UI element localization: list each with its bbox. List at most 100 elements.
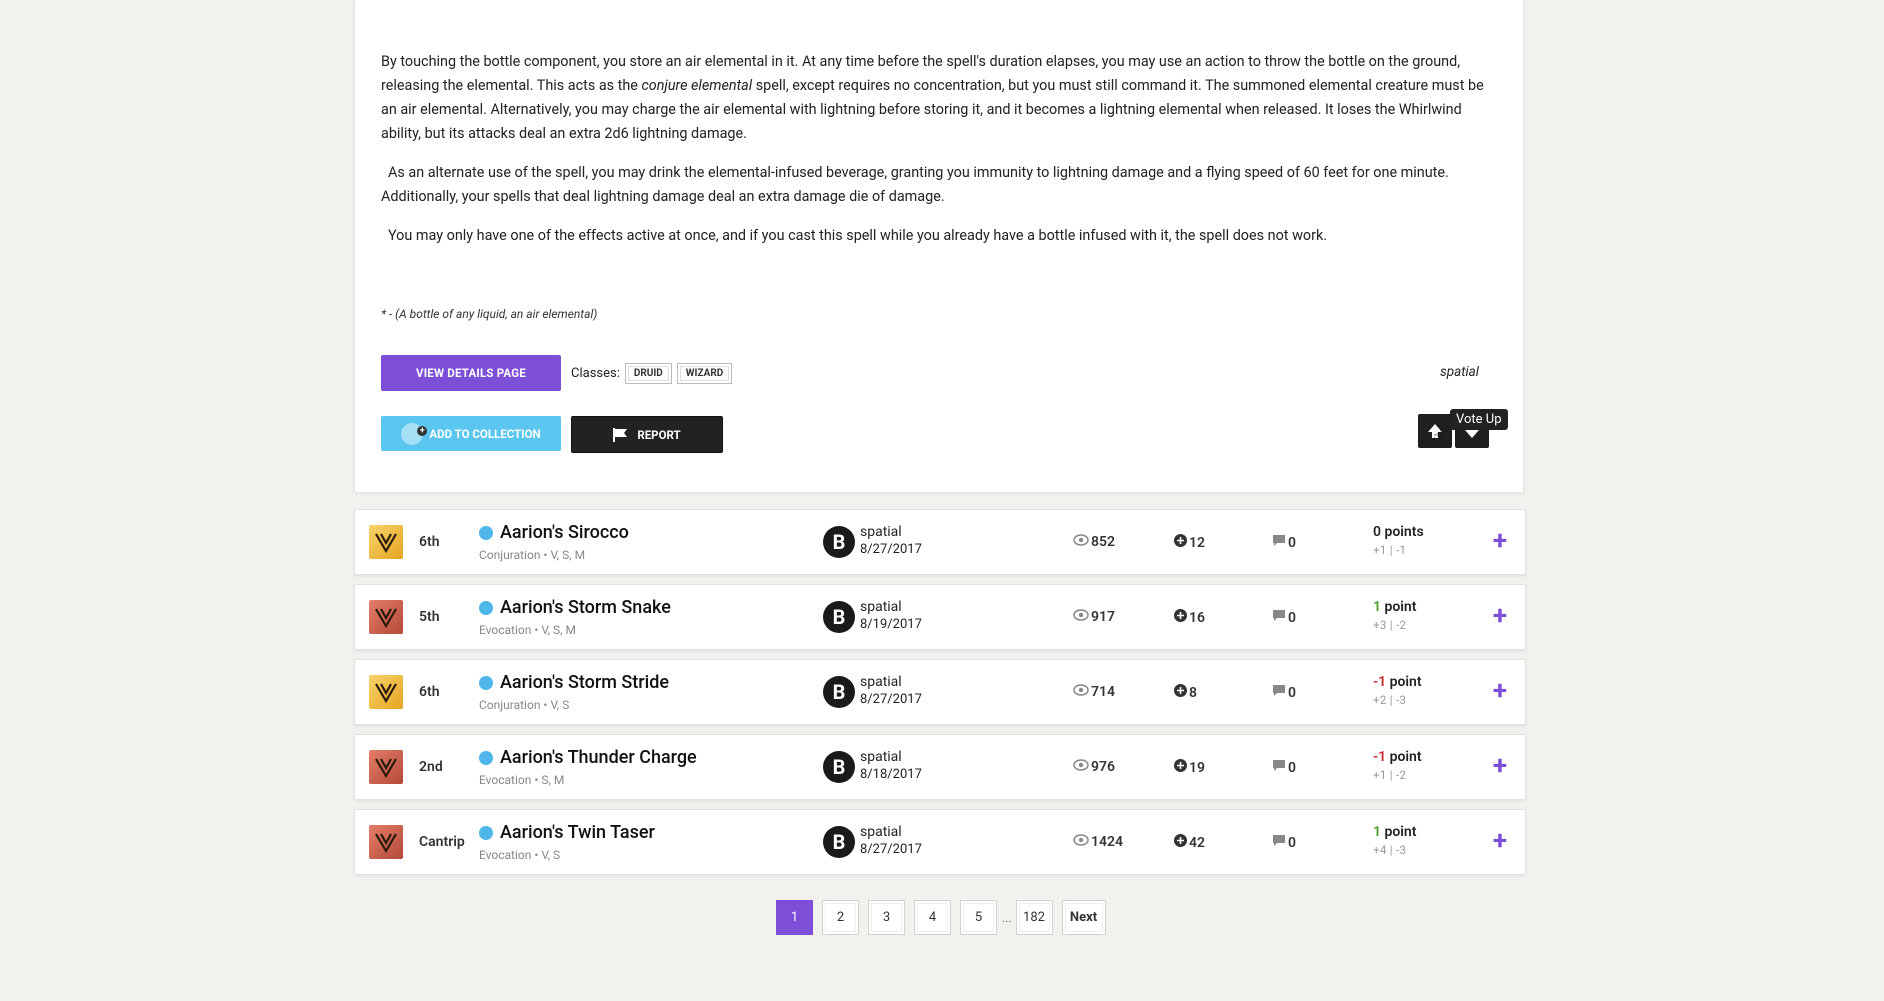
author-avatar[interactable]: B: [823, 601, 855, 633]
class-tag-druid[interactable]: DRUID: [624, 363, 672, 384]
spell-detail-card: By touching the bottle component, you st…: [354, 0, 1524, 492]
points-total: 0 points: [1373, 524, 1424, 540]
add-count: 12: [1174, 534, 1205, 551]
add-count: 8: [1174, 684, 1197, 701]
publish-date: 8/27/2017: [860, 542, 922, 557]
conjuration-icon: [369, 675, 403, 709]
description-paragraph-3: You may only have one of the effects act…: [388, 227, 1328, 244]
add-to-collection-button[interactable]: ADD TO COLLECTION: [381, 416, 561, 451]
collection-icon: [401, 422, 428, 445]
author-avatar[interactable]: B: [823, 676, 855, 708]
homebrew-icon: [479, 826, 493, 840]
comment-count: 0: [1272, 684, 1296, 701]
add-spell-button[interactable]: +: [1493, 828, 1507, 854]
author-avatar[interactable]: B: [823, 751, 855, 783]
add-spell-button[interactable]: +: [1493, 603, 1507, 629]
comment-icon: [1272, 684, 1286, 701]
spell-name-link[interactable]: Aarion's Storm Stride: [500, 672, 669, 693]
comment-count: 0: [1272, 609, 1296, 626]
material-footnote: * - (A bottle of any liquid, an air elem…: [381, 307, 598, 321]
comment-icon: [1272, 609, 1286, 626]
spell-school-components: Evocation • V, S: [479, 848, 561, 862]
spell-level: 6th: [419, 534, 440, 550]
add-count: 19: [1174, 759, 1205, 776]
view-details-button[interactable]: VIEW DETAILS PAGE: [381, 355, 561, 391]
spell-school-components: Conjuration • V, S, M: [479, 548, 586, 562]
author-name[interactable]: spatial: [860, 599, 902, 615]
page-4-button[interactable]: 4: [914, 900, 951, 935]
view-count: 976: [1073, 759, 1115, 775]
vote-up-tooltip: Vote Up: [1450, 409, 1508, 430]
eye-icon: [1073, 759, 1089, 775]
points-total: 1 point: [1373, 599, 1417, 615]
author-name[interactable]: spatial: [860, 824, 902, 840]
eye-icon: [1073, 609, 1089, 625]
comment-count: 0: [1272, 834, 1296, 851]
spell-row[interactable]: 5th Aarion's Storm Snake Evocation • V, S,…: [354, 584, 1526, 650]
author-name[interactable]: spatial: [860, 524, 902, 540]
description-paragraph-2: As an alternate use of the spell, you ma…: [381, 164, 1449, 205]
author-avatar[interactable]: B: [823, 526, 855, 558]
plus-circle-icon: [1174, 609, 1187, 626]
vote-breakdown: +1 | -1: [1373, 543, 1407, 557]
spell-name-link[interactable]: Aarion's Storm Snake: [500, 597, 671, 618]
homebrew-icon: [479, 676, 493, 690]
add-spell-button[interactable]: +: [1493, 753, 1507, 779]
comment-count: 0: [1272, 534, 1296, 551]
classes-label: Classes:: [571, 366, 620, 381]
spell-level: 5th: [419, 609, 440, 625]
points-total: 1 point: [1373, 824, 1417, 840]
homebrew-icon: [479, 601, 493, 615]
report-button[interactable]: REPORT: [571, 416, 723, 453]
eye-icon: [1073, 534, 1089, 550]
spell-school-components: Conjuration • V, S: [479, 698, 570, 712]
homebrew-icon: [479, 526, 493, 540]
spell-description: By touching the bottle component, you st…: [381, 50, 1499, 263]
view-count: 852: [1073, 534, 1115, 550]
page-1-button[interactable]: 1: [776, 900, 813, 935]
spell-level: Cantrip: [419, 834, 465, 850]
page-2-button[interactable]: 2: [822, 900, 859, 935]
spell-row[interactable]: 2nd Aarion's Thunder Charge Evocation • S,…: [354, 734, 1526, 800]
spell-name-link[interactable]: Aarion's Thunder Charge: [500, 747, 697, 768]
spell-name-link[interactable]: Aarion's Sirocco: [500, 522, 629, 543]
vote-breakdown: +1 | -2: [1373, 768, 1407, 782]
vote-breakdown: +3 | -2: [1373, 618, 1407, 632]
spell-author[interactable]: spatial: [1440, 364, 1479, 380]
description-paragraph-1: By touching the bottle component, you st…: [381, 53, 1484, 142]
spell-name-link[interactable]: Aarion's Twin Taser: [500, 822, 655, 843]
plus-circle-icon: [1174, 834, 1187, 851]
evocation-icon: [369, 600, 403, 634]
view-count: 917: [1073, 609, 1115, 625]
flag-icon: [613, 427, 628, 442]
class-tag-wizard[interactable]: WIZARD: [676, 363, 733, 384]
add-spell-button[interactable]: +: [1493, 528, 1507, 554]
eye-icon: [1073, 834, 1089, 850]
spell-row[interactable]: Cantrip Aarion's Twin Taser Evocation • V,…: [354, 809, 1526, 875]
eye-icon: [1073, 684, 1089, 700]
page-3-button[interactable]: 3: [868, 900, 905, 935]
next-page-button[interactable]: Next: [1061, 900, 1106, 935]
spell-level: 6th: [419, 684, 440, 700]
spell-row[interactable]: 6th Aarion's Sirocco Conjuration • V, S, M…: [354, 509, 1526, 575]
view-count: 1424: [1073, 834, 1123, 850]
comment-icon: [1272, 834, 1286, 851]
page-last-button[interactable]: 182: [1015, 900, 1053, 935]
comment-count: 0: [1272, 759, 1296, 776]
evocation-icon: [369, 750, 403, 784]
spell-row[interactable]: 6th Aarion's Storm Stride Conjuration • V,…: [354, 659, 1526, 725]
plus-circle-icon: [1174, 534, 1187, 551]
comment-icon: [1272, 534, 1286, 551]
plus-circle-icon: [1174, 759, 1187, 776]
spell-school-components: Evocation • V, S, M: [479, 623, 576, 637]
page-5-button[interactable]: 5: [960, 900, 997, 935]
author-name[interactable]: spatial: [860, 749, 902, 765]
author-avatar[interactable]: B: [823, 826, 855, 858]
publish-date: 8/27/2017: [860, 692, 922, 707]
spell-level: 2nd: [419, 759, 443, 775]
pagination-ellipsis: ...: [1002, 910, 1012, 925]
publish-date: 8/19/2017: [860, 617, 922, 632]
add-spell-button[interactable]: +: [1493, 678, 1507, 704]
author-name[interactable]: spatial: [860, 674, 902, 690]
view-count: 714: [1073, 684, 1115, 700]
